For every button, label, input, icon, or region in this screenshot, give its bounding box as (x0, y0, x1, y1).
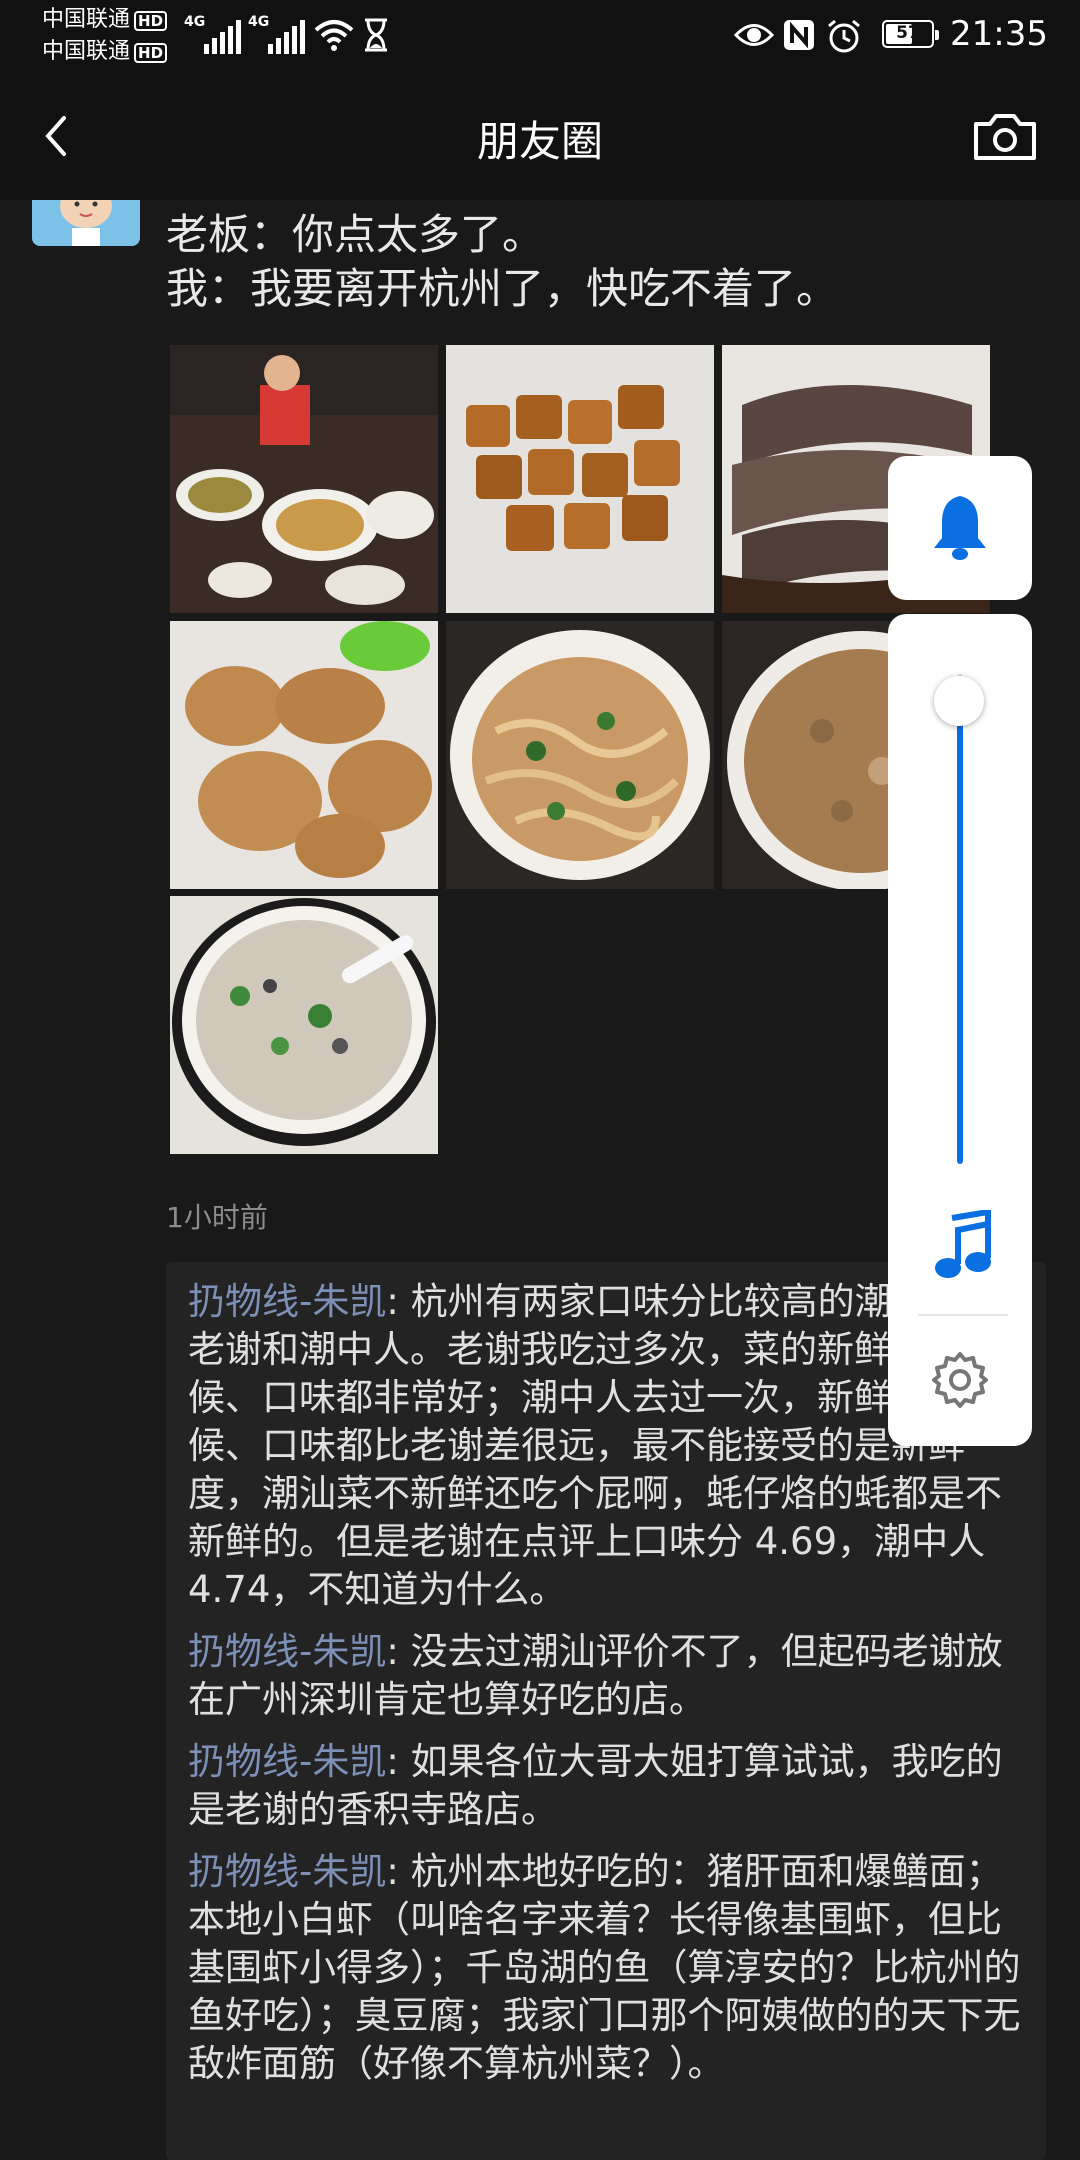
settings-icon[interactable] (928, 1348, 992, 1412)
photo-1-kid-table[interactable] (170, 345, 438, 613)
carrier-2: 中国联通 HD (42, 40, 168, 64)
comment-author[interactable]: 扔物线-朱凯 (188, 1850, 386, 1893)
nfc-icon (784, 20, 814, 50)
music-note-icon[interactable] (932, 1210, 992, 1282)
post-text-line: 我：我要离开杭州了，快吃不着了。 (166, 264, 839, 313)
alarm-icon (828, 19, 860, 53)
top-nav-bar: 朋友圈 (0, 70, 1080, 200)
hourglass-icon (365, 18, 387, 52)
panel-divider (918, 1314, 1008, 1316)
volume-slider-knob[interactable] (934, 676, 984, 726)
signal-2-icon: 4G (248, 14, 306, 54)
comment[interactable]: 扔物线-朱凯: 如果各位大哥大姐打算试试，我吃的是老谢的香积寺路店。 (188, 1738, 1022, 1834)
carrier-1: 中国联通 HD (42, 8, 168, 32)
comment[interactable]: 扔物线-朱凯: 杭州本地好吃的：猪肝面和爆鳝面；本地小白虾（叫啥名字来着？长得像… (188, 1848, 1022, 2088)
comment-separator: : (386, 1740, 411, 1783)
comment[interactable]: 扔物线-朱凯: 没去过潮汕评价不了，但起码老谢放在广州深圳肯定也算好吃的店。 (188, 1628, 1022, 1724)
camera-icon[interactable] (970, 106, 1040, 166)
comment-separator: : (386, 1280, 411, 1323)
photo-7-congee[interactable] (170, 896, 438, 1154)
battery-icon: 57 (882, 20, 939, 48)
comment-separator: : (386, 1630, 411, 1673)
volume-panel (888, 614, 1032, 1446)
page-title: 朋友圈 (476, 117, 603, 166)
comment-text: 杭州有两家口味分比较高的潮汕菜：老谢和潮中人。老谢我吃过多次，菜的新鲜度、火候、… (188, 1280, 1003, 1611)
photo-4-pancakes[interactable] (170, 621, 438, 889)
post-timestamp: 1小时前 (166, 1201, 268, 1234)
photo-2-fried-tofu[interactable] (446, 345, 714, 613)
comment-separator: : (386, 1850, 411, 1893)
wifi-icon (314, 20, 354, 51)
comment-author[interactable]: 扔物线-朱凯 (188, 1630, 386, 1673)
photo-5-noodles[interactable] (446, 621, 714, 889)
clock: 21:35 (950, 14, 1048, 54)
avatar-face-icon (60, 200, 112, 246)
status-bar: 中国联通 HD 中国联通 HD 4G 4G 57 21:35 (0, 0, 1080, 70)
post-text-line: 老板：你点太多了。 (166, 210, 545, 259)
ringer-mode-button[interactable] (888, 456, 1032, 600)
volume-slider-track[interactable] (957, 704, 963, 1164)
avatar[interactable] (32, 200, 140, 246)
bell-icon (934, 496, 986, 560)
signal-1-icon: 4G (184, 14, 242, 54)
comment-author[interactable]: 扔物线-朱凯 (188, 1280, 386, 1323)
post-text: 老板：你点太多了。我：我要离开杭州了，快吃不着了。 (166, 208, 838, 316)
eye-icon (734, 24, 774, 46)
comment-author[interactable]: 扔物线-朱凯 (188, 1740, 386, 1783)
